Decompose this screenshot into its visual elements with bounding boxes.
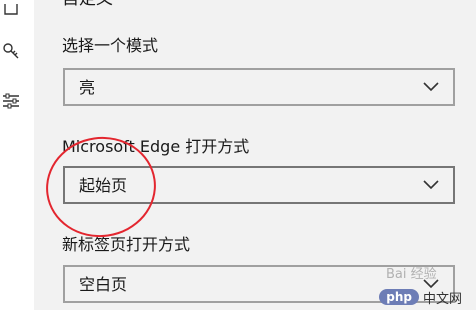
mode-select[interactable]: 亮 bbox=[63, 68, 455, 106]
php-watermark: php 中文网 bbox=[373, 286, 468, 308]
page-title: 自定义 bbox=[62, 0, 113, 9]
baidu-watermark: Bai 经验 bbox=[386, 267, 437, 282]
chevron-down-icon bbox=[423, 180, 439, 190]
chevron-down-icon bbox=[423, 82, 439, 92]
mode-label: 选择一个模式 bbox=[62, 36, 159, 55]
php-site-text: 中文网 bbox=[422, 291, 462, 307]
left-nav-rail bbox=[0, 0, 34, 310]
new-tab-select-value: 空白页 bbox=[79, 275, 128, 294]
home-icon[interactable] bbox=[0, 0, 22, 22]
sliders-icon[interactable] bbox=[0, 90, 22, 112]
php-logo: php bbox=[379, 289, 419, 305]
new-tab-label: 新标签页打开方式 bbox=[62, 235, 191, 254]
mode-select-value: 亮 bbox=[79, 78, 96, 97]
key-icon[interactable] bbox=[0, 40, 22, 62]
